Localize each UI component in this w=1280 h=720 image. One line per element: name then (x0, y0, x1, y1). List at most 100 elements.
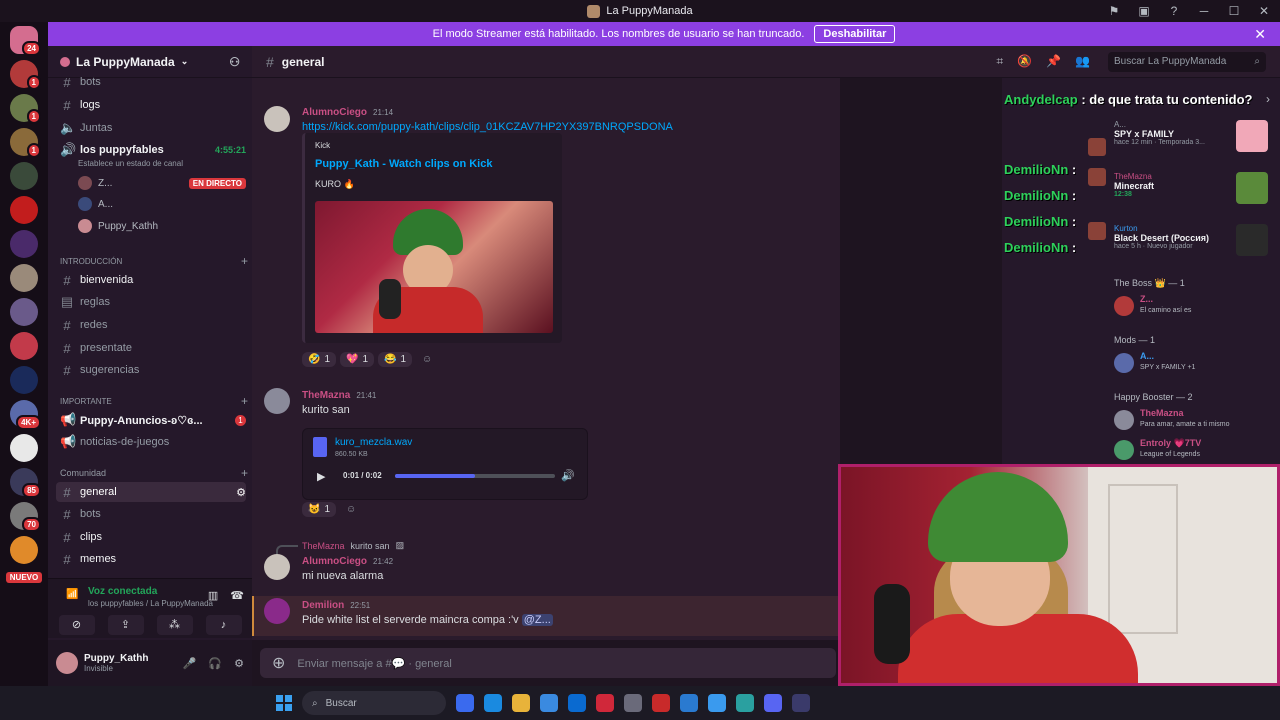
message-author[interactable]: AlumnoCiego 21:42 (302, 556, 393, 567)
voice-user[interactable]: A... (78, 194, 246, 214)
avatar[interactable] (264, 554, 290, 580)
server-icon[interactable] (10, 162, 38, 190)
channel-memes[interactable]: # memes (56, 549, 246, 569)
add-reaction-icon[interactable]: ☺ (340, 502, 362, 517)
search-input[interactable]: Buscar La PuppyManada ⌕ (1108, 51, 1266, 72)
help-icon[interactable]: ? (1166, 4, 1182, 18)
server-icon[interactable]: 70 (10, 502, 41, 532)
add-channel-icon[interactable]: + (241, 466, 248, 480)
outlook-icon[interactable] (568, 694, 586, 712)
avatar[interactable] (264, 388, 290, 414)
voice-channel-puppyfables[interactable]: 🔊 los puppyfables 4:55:21 (56, 140, 246, 160)
message-author[interactable]: TheMazna 21:41 (302, 390, 376, 401)
close-icon[interactable]: ✕ (1254, 26, 1266, 43)
server-icon[interactable]: 4K+ (10, 400, 41, 430)
channel-sugerencias[interactable]: # sugerencias (56, 360, 246, 380)
flag-icon[interactable]: ⚑ (1106, 4, 1122, 18)
avatar[interactable] (264, 598, 290, 624)
channel-presentate[interactable]: # presentate (56, 338, 246, 358)
camera-off-button[interactable]: ⊘ (58, 615, 95, 635)
start-button[interactable] (276, 695, 292, 711)
app-icon[interactable] (624, 694, 642, 712)
screen-icon[interactable]: ▣ (1136, 4, 1152, 18)
channel-noticias-de-juegos[interactable]: 📢 noticias-de-juegos (56, 432, 246, 452)
message-link[interactable]: https://kick.com/puppy-kath/clips/clip_0… (302, 121, 673, 133)
server-icon[interactable] (10, 332, 38, 360)
noise-icon[interactable]: ▥ (208, 589, 218, 602)
channel-bots-top[interactable]: # bots (56, 72, 246, 92)
avatar[interactable] (264, 106, 290, 132)
message-composer[interactable]: ⊕ Enviar mensaje a #💬 · general (260, 648, 836, 678)
audio-progress[interactable] (395, 474, 555, 478)
app-icon[interactable] (680, 694, 698, 712)
chevron-right-icon[interactable]: › (1266, 92, 1270, 106)
server-icon[interactable]: 1 (10, 128, 41, 158)
category-comunidad[interactable]: Comunidad + (60, 466, 248, 480)
activities-button[interactable]: ⁂ (156, 615, 193, 635)
screen-share-button[interactable]: ⇪ (107, 615, 144, 635)
threads-icon[interactable]: ⌗ (996, 54, 1003, 69)
avatar[interactable] (56, 652, 78, 674)
reaction[interactable]: 🤣 1 (302, 352, 337, 367)
member-item[interactable]: Z... El camino así es (1114, 292, 1278, 320)
disable-streamer-button[interactable]: Deshabilitar (814, 25, 896, 43)
message-author[interactable]: Demilion 22:51 (302, 600, 370, 611)
voice-user[interactable]: Z... EN DIRECTO (78, 173, 246, 193)
server-icon[interactable] (10, 298, 38, 326)
soundboard-button[interactable]: ♪ (205, 615, 242, 635)
server-icon[interactable]: 85 (10, 468, 41, 498)
microphone-icon[interactable]: 🎤 (183, 657, 197, 670)
message-author[interactable]: AlumnoCiego 21:14 (302, 107, 393, 118)
store-icon[interactable] (540, 694, 558, 712)
channel-clips[interactable]: # clips (56, 527, 246, 547)
app-icon[interactable] (652, 694, 670, 712)
server-icon[interactable] (10, 434, 38, 462)
file-name[interactable]: kuro_mezcla.wav (335, 437, 412, 448)
edge-icon[interactable] (484, 694, 502, 712)
reply-preview[interactable]: TheMazna kurito san ▨ (302, 540, 404, 551)
taskbar-search[interactable]: ⌕ Buscar (302, 691, 446, 715)
server-icon[interactable] (10, 366, 38, 394)
server-icon[interactable] (10, 230, 38, 258)
mute-icon[interactable]: 🔕 (1017, 54, 1032, 69)
add-channel-icon[interactable]: + (241, 394, 248, 408)
reaction[interactable]: 💖 1 (340, 352, 375, 367)
channel-logs[interactable]: # logs (56, 95, 246, 115)
app-icon[interactable] (736, 694, 754, 712)
embed-title[interactable]: Puppy_Kath - Watch clips on Kick (315, 158, 492, 170)
home-button[interactable]: 24 (10, 26, 41, 56)
server-icon[interactable] (10, 536, 38, 564)
maximize-button[interactable]: ☐ (1226, 4, 1242, 18)
add-member-icon[interactable]: ⚇ (229, 55, 240, 69)
server-icon[interactable]: 1 (10, 60, 41, 90)
server-icon[interactable] (10, 264, 38, 292)
server-icon[interactable] (10, 196, 38, 224)
headphones-icon[interactable]: 🎧 (208, 657, 222, 670)
add-reaction-icon[interactable]: ☺ (416, 352, 438, 367)
member-item[interactable]: TheMazna Para amar, amate a ti mismo (1114, 406, 1278, 434)
channel-juntas[interactable]: 🔈 Juntas (56, 118, 246, 138)
obs-icon[interactable] (792, 694, 810, 712)
app-icon[interactable] (708, 694, 726, 712)
volume-icon[interactable]: 🔊 (561, 469, 575, 482)
add-attachment-icon[interactable]: ⊕ (272, 653, 285, 673)
pin-icon[interactable]: 📌 (1046, 54, 1061, 69)
category-importante[interactable]: IMPORTANTE + (60, 394, 248, 408)
channel-reglas[interactable]: ▤ reglas (56, 292, 246, 312)
minimize-button[interactable]: ─ (1196, 4, 1212, 18)
reaction[interactable]: 😂 1 (378, 352, 413, 367)
voice-connected-title[interactable]: Voz conectada (88, 586, 157, 597)
reaction[interactable]: 😺 1 (302, 502, 337, 517)
gear-icon[interactable]: ⚙ (236, 486, 246, 499)
channel-bots[interactable]: # bots (56, 504, 246, 524)
channel-bienvenida[interactable]: # bienvenida (56, 270, 246, 290)
discord-icon[interactable] (764, 694, 782, 712)
channel-general[interactable]: # general ⚙ (56, 482, 246, 502)
category-introduccion[interactable]: INTRODUCCIÓN + (60, 254, 248, 268)
channel-status-hint[interactable]: Establece un estado de canal (78, 159, 183, 168)
member-item[interactable]: Entroly 💗7TV League of Legends (1114, 436, 1278, 464)
folder-icon[interactable] (512, 694, 530, 712)
close-window-button[interactable]: ✕ (1256, 4, 1272, 18)
voice-connected-subtitle[interactable]: los puppyfables / La PuppyManada (88, 599, 213, 608)
server-icon[interactable]: 1 (10, 94, 41, 124)
